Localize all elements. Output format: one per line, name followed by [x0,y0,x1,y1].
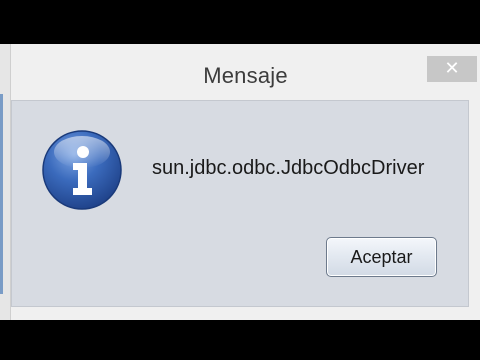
dialog-content: sun.jdbc.odbc.JdbcOdbcDriver Aceptar [11,100,469,307]
message-dialog: Mensaje ✕ sun.jdbc.odbc.JdbcOdbcDriver A… [0,44,480,320]
close-button[interactable]: ✕ [427,56,477,82]
accept-button[interactable]: Aceptar [326,237,437,277]
dialog-message: sun.jdbc.odbc.JdbcOdbcDriver [152,157,425,179]
window-accent-strip [0,94,3,294]
close-icon: ✕ [444,58,460,79]
dialog-title: Mensaje [203,63,288,88]
title-bar[interactable]: Mensaje ✕ [11,44,480,100]
background-window-edge [0,44,11,320]
window-bottom-border [11,307,480,320]
information-icon [42,130,122,210]
